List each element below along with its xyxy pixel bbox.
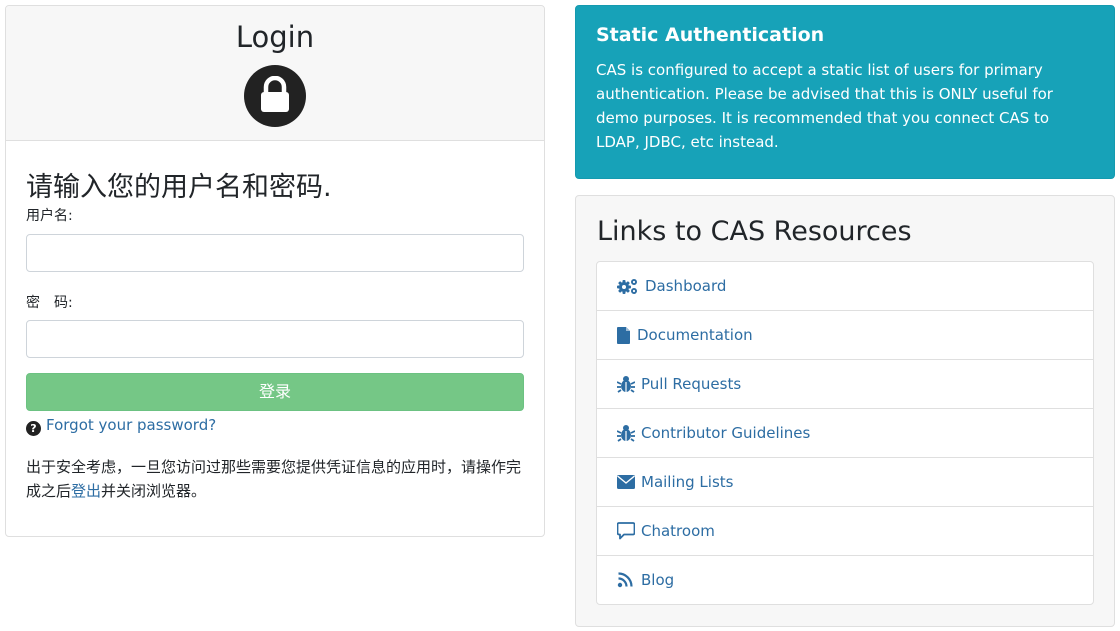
static-auth-text: CAS is configured to accept a static lis… [596,61,1053,151]
rss-icon [617,572,635,588]
login-card: Login 请输入您的用户名和密码. 用户名: 密 码: 登录 ? Forgot … [5,5,545,537]
link-label: Pull Requests [641,375,742,393]
lock-icon [244,65,306,127]
link-pull-requests[interactable]: Pull Requests [597,360,1093,409]
link-label: Chatroom [641,522,715,540]
logout-link[interactable]: 登出 [71,482,101,500]
login-prompt: 请输入您的用户名和密码. [26,172,332,203]
username-label: 用户名: [26,208,73,224]
static-auth-title: Static Authentication [596,24,825,46]
forgot-password-label: Forgot your password? [46,416,217,434]
link-documentation[interactable]: Documentation [597,311,1093,360]
security-notice: 出于安全考虑，一旦您访问过那些需要您提供凭证信息的应用时，请操作完成之后登出并关… [26,455,526,503]
file-icon [617,326,631,344]
link-dashboard[interactable]: Dashboard [597,262,1093,311]
bug-icon [617,375,635,393]
link-mailing-lists[interactable]: Mailing Lists [597,458,1093,507]
login-header: Login [6,6,544,141]
links-title: Links to CAS Resources [597,216,912,247]
login-title: Login [235,20,315,54]
link-label: Contributor Guidelines [641,424,811,442]
forgot-password-link[interactable]: ? Forgot your password? [26,416,216,436]
comment-icon [617,522,635,540]
links-list: Dashboard Documentation Pull Requests Co… [596,261,1094,605]
link-contributor-guidelines[interactable]: Contributor Guidelines [597,409,1093,458]
links-card: Links to CAS Resources Dashboard Documen… [575,195,1115,627]
static-auth-alert: Static Authentication CAS is configured … [575,5,1115,179]
password-label: 密 码: [26,295,73,311]
notice-text-after: 并关闭浏览器。 [101,482,207,500]
link-label: Mailing Lists [641,473,734,491]
link-label: Blog [641,571,675,589]
username-input[interactable] [26,234,524,272]
link-label: Documentation [637,326,753,344]
link-label: Dashboard [645,277,727,295]
link-chatroom[interactable]: Chatroom [597,507,1093,556]
link-blog[interactable]: Blog [597,556,1093,604]
login-submit-button[interactable]: 登录 [26,373,524,411]
envelope-icon [617,475,635,489]
question-circle-icon: ? [26,421,41,436]
password-input[interactable] [26,320,524,358]
bug-icon [617,424,635,442]
cogs-icon [617,278,639,295]
